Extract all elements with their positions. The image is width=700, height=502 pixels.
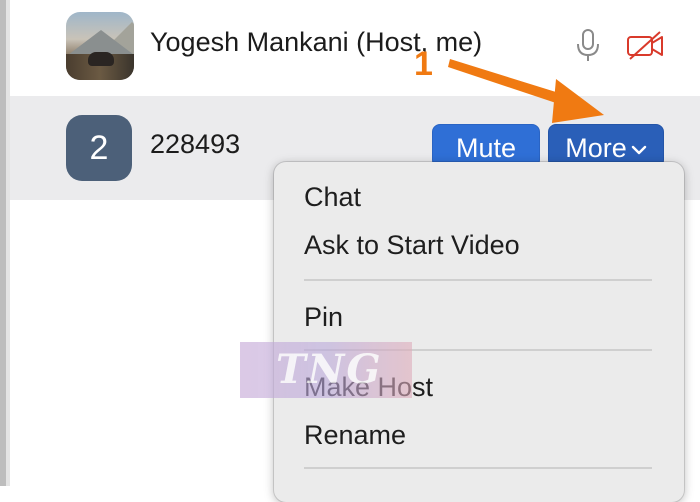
watermark-text: TNG (276, 346, 383, 393)
more-options-menu: Chat Ask to Start Video Pin Make Host Re… (274, 162, 684, 502)
menu-item-pin[interactable]: Pin (304, 302, 343, 333)
menu-item-chat[interactable]: Chat (304, 182, 361, 213)
participant-name: 228493 (150, 129, 241, 159)
annotation-arrow-icon (448, 59, 604, 123)
avatar (66, 12, 134, 80)
avatar: 2 (66, 115, 132, 181)
annotation-step-number: 1 (414, 45, 433, 83)
watermark-logo: TNG (240, 342, 412, 398)
video-off-icon[interactable] (626, 30, 666, 60)
menu-divider (304, 279, 652, 281)
menu-item-rename[interactable]: Rename (304, 420, 406, 451)
menu-item-ask-to-start-video[interactable]: Ask to Start Video (304, 230, 520, 261)
more-button-label: More (565, 133, 627, 163)
menu-divider (304, 467, 652, 469)
